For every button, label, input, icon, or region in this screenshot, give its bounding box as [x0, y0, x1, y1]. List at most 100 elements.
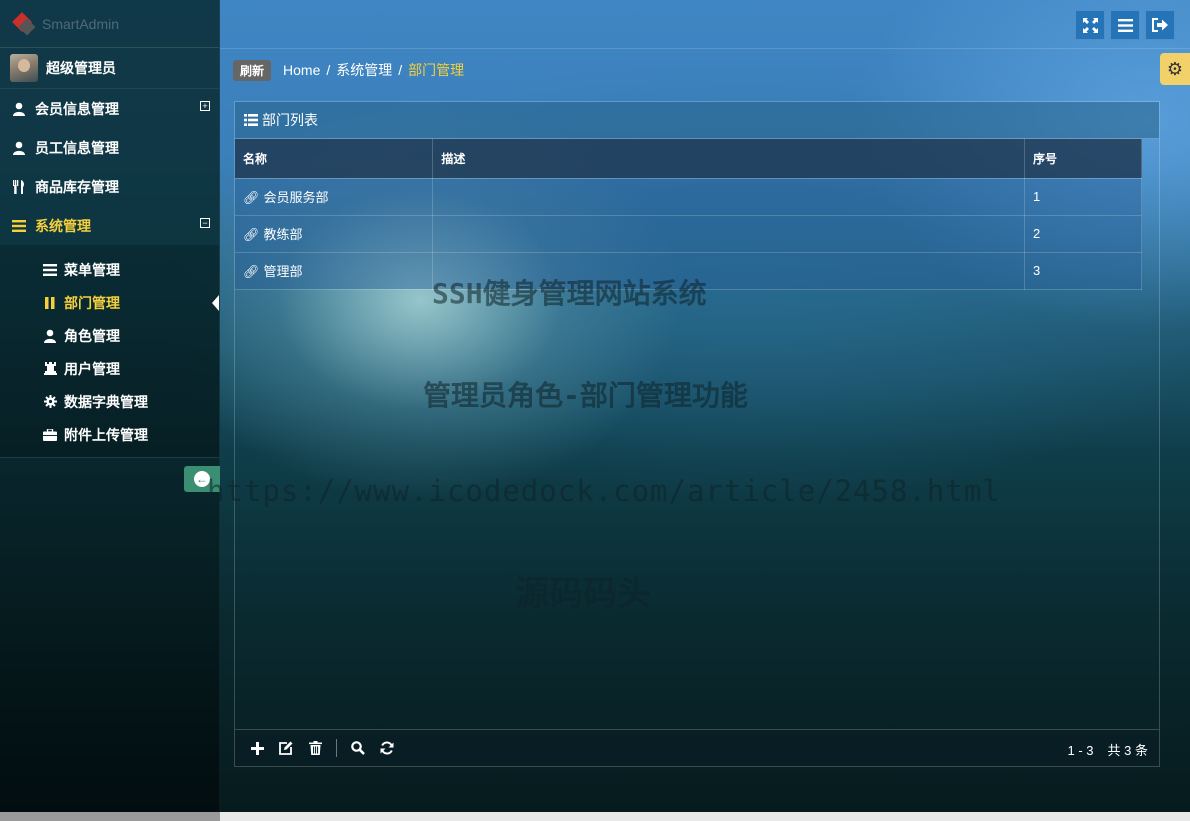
trash-icon: [308, 741, 322, 755]
submenu-item-label: 数据字典管理: [64, 393, 148, 410]
cell-name[interactable]: 🔗︎ 会员服务部: [235, 178, 434, 216]
submenu-item-label: 角色管理: [64, 327, 120, 344]
cell-description: [432, 178, 1026, 216]
link-icon: 🔗︎: [243, 227, 260, 242]
user-icon: [43, 329, 57, 343]
sidebar-item-staff-info[interactable]: 员工信息管理: [0, 128, 219, 167]
cell-order: 3: [1024, 252, 1142, 290]
submenu-item-menu[interactable]: 菜单管理: [0, 253, 219, 286]
collapse-icon[interactable]: −: [200, 218, 210, 228]
table-toolbar: 1 - 3 共 3 条: [235, 729, 1159, 766]
submenu-item-user[interactable]: 用户管理: [0, 352, 219, 385]
edit-button[interactable]: [278, 740, 294, 756]
chess-rook-icon: [43, 362, 57, 375]
reload-button[interactable]: [379, 740, 395, 756]
toolbar-divider: [336, 739, 337, 757]
watermark-line: 管理员角色-部门管理功能: [423, 379, 748, 412]
sidebar-item-label: 员工信息管理: [35, 139, 119, 156]
submenu-item-department[interactable]: 部门管理: [0, 286, 219, 319]
breadcrumb-separator: /: [326, 62, 331, 78]
search-icon: [351, 741, 365, 755]
fullscreen-button[interactable]: [1075, 10, 1105, 40]
pager-info: 1 - 3 共 3 条: [1068, 740, 1148, 759]
submenu-item-attachment[interactable]: 附件上传管理: [0, 418, 219, 451]
submenu-item-label: 用户管理: [64, 360, 120, 377]
submenu-item-label: 附件上传管理: [64, 426, 148, 443]
sidebar: SmartAdmin 超级管理员 会员信息管理 + 员工信息管理 商品库存管理 …: [0, 0, 220, 812]
cell-order: 2: [1024, 215, 1142, 253]
table-row[interactable]: 🔗︎ 会员服务部 1: [235, 178, 1142, 216]
menu-lines-icon: [43, 263, 57, 276]
pause-icon: [43, 296, 57, 309]
cell-description: [432, 215, 1026, 253]
cell-name[interactable]: 🔗︎ 教练部: [235, 215, 434, 253]
settings-button[interactable]: ⚙: [1160, 53, 1190, 85]
column-header-order[interactable]: 序号: [1024, 139, 1142, 179]
user-profile[interactable]: 超级管理员: [0, 48, 219, 89]
breadcrumb-current: 部门管理: [408, 62, 465, 78]
edit-icon: [279, 741, 293, 755]
gear-icon: [43, 395, 57, 408]
submenu-item-label: 菜单管理: [64, 261, 120, 278]
department-name[interactable]: 会员服务部: [264, 190, 329, 205]
user-icon: [11, 141, 27, 155]
gear-icon: ⚙: [1166, 59, 1184, 79]
cutlery-icon: [11, 179, 27, 194]
user-icon: [11, 102, 27, 116]
sidebar-item-label: 商品库存管理: [35, 178, 119, 195]
department-name[interactable]: 教练部: [264, 227, 303, 242]
department-name[interactable]: 管理部: [264, 264, 303, 279]
sign-out-icon: [1152, 18, 1168, 32]
plus-icon: [250, 741, 264, 755]
submenu-system: 菜单管理 部门管理 角色管理 用户管理 数据字典管理 附件上传管理: [0, 245, 219, 458]
sidebar-item-inventory[interactable]: 商品库存管理: [0, 167, 219, 206]
submenu-item-label: 部门管理: [64, 294, 120, 311]
app-logo[interactable]: SmartAdmin: [0, 0, 219, 48]
breadcrumb-home[interactable]: Home: [283, 62, 320, 78]
avatar: [10, 54, 38, 82]
delete-button[interactable]: [307, 740, 323, 756]
table-row[interactable]: 🔗︎ 教练部 2: [235, 215, 1142, 253]
watermark-url: https://www.icodedock.com/article/2458.h…: [207, 474, 1001, 508]
breadcrumb-separator: /: [398, 62, 403, 78]
fullscreen-icon: [1082, 17, 1098, 33]
list-icon: [11, 219, 27, 232]
panel-title: 部门列表: [262, 112, 318, 128]
submenu-item-role[interactable]: 角色管理: [0, 319, 219, 352]
list-icon: [244, 114, 258, 126]
refresh-icon: [380, 741, 394, 755]
column-header-description[interactable]: 描述: [432, 139, 1026, 179]
user-name: 超级管理员: [46, 60, 116, 76]
hamburger-icon: [1117, 18, 1133, 32]
breadcrumb: 刷新 Home / 系统管理 / 部门管理: [233, 59, 464, 81]
pager-total: 共 3 条: [1107, 743, 1148, 758]
refresh-button[interactable]: 刷新: [233, 59, 272, 81]
department-table: 名称 描述 序号 🔗︎ 会员服务部 1 🔗︎ 教练部 2 🔗︎ 管理部 3: [235, 139, 1142, 290]
watermark-line: 源码码头: [515, 575, 651, 613]
topbar: [220, 0, 1190, 49]
watermark-line: SSH健身管理网站系统: [432, 277, 707, 310]
link-icon: 🔗︎: [243, 190, 260, 205]
logo-mark-icon: [12, 13, 38, 35]
menu-toggle-button[interactable]: [1110, 10, 1140, 40]
horizontal-scrollbar[interactable]: [0, 812, 1190, 821]
sidebar-item-label: 会员信息管理: [35, 100, 119, 117]
logo-text: SmartAdmin: [42, 15, 120, 32]
logout-button[interactable]: [1145, 10, 1175, 40]
department-panel: 部门列表 名称 描述 序号 🔗︎ 会员服务部 1 🔗︎ 教练部 2 🔗︎ 管理部: [234, 101, 1160, 767]
table-header-row: 名称 描述 序号: [235, 139, 1142, 179]
sidebar-item-label: 系统管理: [35, 217, 91, 234]
expand-icon[interactable]: +: [200, 101, 210, 111]
submenu-item-dictionary[interactable]: 数据字典管理: [0, 385, 219, 418]
cell-name[interactable]: 🔗︎ 管理部: [235, 252, 434, 290]
link-icon: 🔗︎: [243, 264, 260, 279]
add-button[interactable]: [249, 740, 265, 756]
search-button[interactable]: [350, 740, 366, 756]
panel-header: 部门列表: [235, 102, 1159, 139]
column-header-name[interactable]: 名称: [235, 139, 434, 179]
sidebar-item-system[interactable]: 系统管理 −: [0, 206, 219, 245]
pager-range: 1 - 3: [1067, 743, 1094, 758]
breadcrumb-system[interactable]: 系统管理: [336, 60, 392, 80]
sidebar-item-member-info[interactable]: 会员信息管理 +: [0, 89, 219, 128]
cell-order: 1: [1024, 178, 1142, 216]
